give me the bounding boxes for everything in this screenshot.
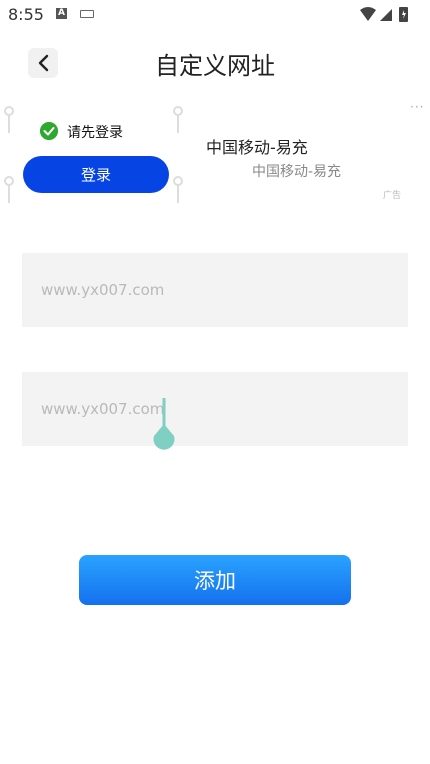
status-icons — [360, 7, 408, 22]
wifi-icon — [360, 7, 376, 21]
add-button[interactable]: 添加 — [79, 555, 351, 605]
key-icon — [173, 106, 183, 133]
key-icon — [4, 176, 14, 203]
login-prompt: 请先登录 — [67, 125, 123, 141]
ad-login-button[interactable]: 登录 — [23, 156, 169, 193]
text-cursor-handle-icon[interactable] — [152, 398, 176, 450]
page-title: 自定义网址 — [155, 52, 275, 80]
keyboard-icon — [80, 10, 94, 18]
ad-headline: 中国移动-易充 — [206, 138, 308, 157]
ad-tag: 广告 — [383, 191, 402, 201]
accessibility-badge-icon: A — [56, 8, 67, 19]
url-input-2[interactable] — [22, 372, 408, 446]
nav-header: 自定义网址 — [0, 40, 430, 84]
url-field-2 — [22, 372, 408, 446]
key-icon — [4, 106, 14, 133]
signal-icon — [380, 9, 392, 21]
ad-banner[interactable]: 请先登录 登录 中国移动-易充 中国移动-易充 ··· 广告 — [0, 100, 430, 215]
ad-subtitle: 中国移动-易充 — [252, 164, 342, 180]
check-icon — [40, 122, 58, 140]
ad-more-icon[interactable]: ··· — [410, 100, 424, 114]
status-bar: 8:55 A — [0, 0, 430, 30]
url-input-1[interactable] — [22, 253, 408, 327]
url-field-1 — [22, 253, 408, 327]
status-time: 8:55 — [8, 5, 44, 24]
key-icon — [173, 176, 183, 203]
